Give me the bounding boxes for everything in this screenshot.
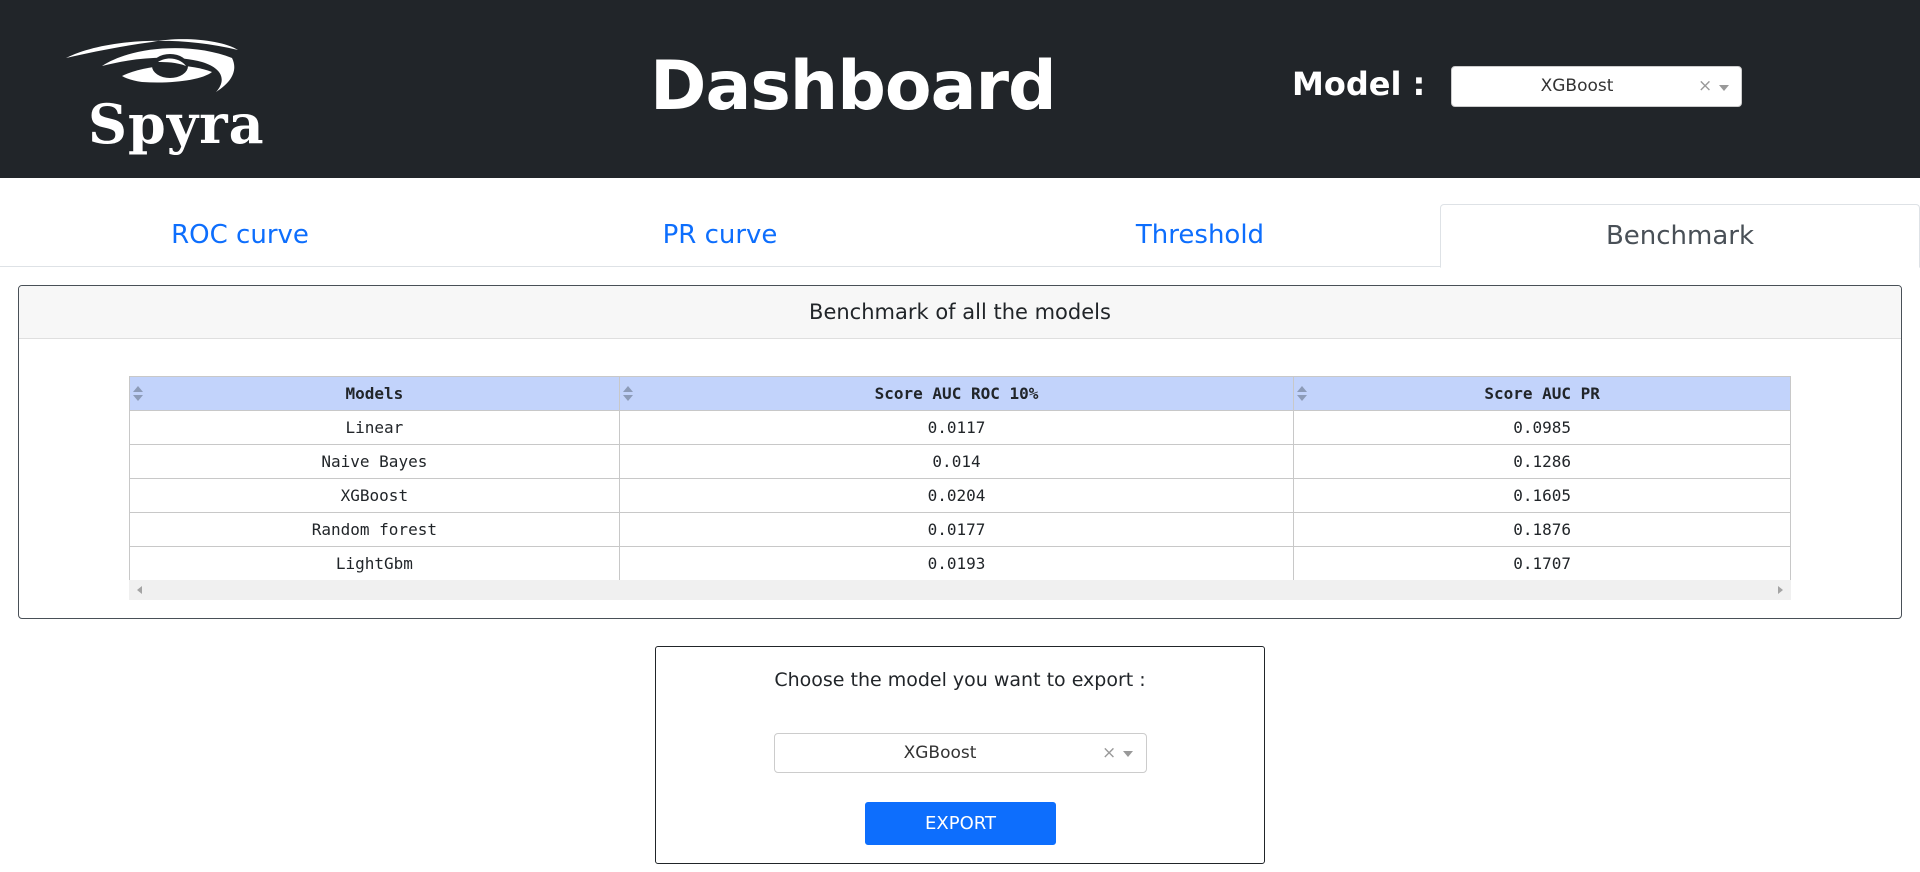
tab-threshold[interactable]: Threshold [960,204,1440,267]
chevron-down-icon[interactable] [1123,751,1133,757]
logo-text: Spyra [88,92,265,156]
table-cell: 0.1605 [1293,478,1791,513]
header-bar: Spyra Dashboard Model : XGBoost × [0,0,1920,178]
table-cell: LightGbm [129,546,620,581]
table-row: Random forest 0.0177 0.1876 [129,512,1791,547]
tab-bar: ROC curve PR curve Threshold Benchmark [0,204,1920,268]
table-cell: 0.1286 [1293,444,1791,479]
export-model-select[interactable]: XGBoost × [774,733,1147,773]
table-row: LightGbm 0.0193 0.1707 [129,546,1791,581]
chevron-down-icon[interactable] [1719,85,1729,91]
horizontal-scrollbar[interactable] [129,580,1791,600]
benchmark-title: Benchmark of all the models [19,286,1901,339]
clear-icon[interactable]: × [1698,76,1712,96]
export-card: Choose the model you want to export : XG… [655,646,1265,864]
scroll-right-icon[interactable] [1778,586,1783,594]
table-cell: Naive Bayes [129,444,620,479]
tab-roc-curve[interactable]: ROC curve [0,204,480,267]
tab-benchmark[interactable]: Benchmark [1440,204,1920,268]
export-button[interactable]: EXPORT [865,802,1056,845]
table-cell: 0.0985 [1293,410,1791,445]
column-header-models[interactable]: Models [129,376,620,411]
benchmark-table: Models Score AUC ROC 10% Score AUC PR Li… [129,376,1791,581]
table-cell: 0.0204 [618,478,1295,513]
column-header-auc-roc[interactable]: Score AUC ROC 10% [618,376,1295,411]
table-cell: XGBoost [129,478,620,513]
model-select-value: XGBoost [1540,76,1614,96]
table-cell: Random forest [129,512,620,547]
table-header-row: Models Score AUC ROC 10% Score AUC PR [129,376,1791,411]
page-title: Dashboard [650,47,1057,126]
table-cell: 0.0193 [618,546,1295,581]
column-header-auc-pr[interactable]: Score AUC PR [1293,376,1791,411]
sort-icon[interactable] [1297,386,1308,402]
table-cell: 0.1707 [1293,546,1791,581]
table-row: Linear 0.0117 0.0985 [129,410,1791,445]
sort-icon[interactable] [133,386,143,402]
table-cell: 0.0117 [618,410,1295,445]
table-cell: Linear [129,410,620,445]
tab-pr-curve[interactable]: PR curve [480,204,960,267]
model-label: Model : [1292,65,1426,103]
benchmark-card: Benchmark of all the models Models Score… [18,285,1902,619]
table-cell: 0.014 [618,444,1295,479]
export-label: Choose the model you want to export : [774,669,1146,691]
table-row: XGBoost 0.0204 0.1605 [129,478,1791,513]
export-select-value: XGBoost [903,743,977,763]
table-cell: 0.1876 [1293,512,1791,547]
scroll-left-icon[interactable] [137,586,142,594]
sort-icon[interactable] [622,386,633,402]
table-cell: 0.0177 [618,512,1295,547]
table-row: Naive Bayes 0.014 0.1286 [129,444,1791,479]
column-header-label: Score AUC ROC 10% [874,384,1039,403]
model-select[interactable]: XGBoost × [1451,66,1742,107]
benchmark-table-container: Models Score AUC ROC 10% Score AUC PR Li… [129,376,1791,600]
clear-icon[interactable]: × [1102,743,1116,763]
column-header-label: Score AUC PR [1484,384,1600,403]
column-header-label: Models [345,384,404,403]
spyra-logo: Spyra [62,36,264,161]
